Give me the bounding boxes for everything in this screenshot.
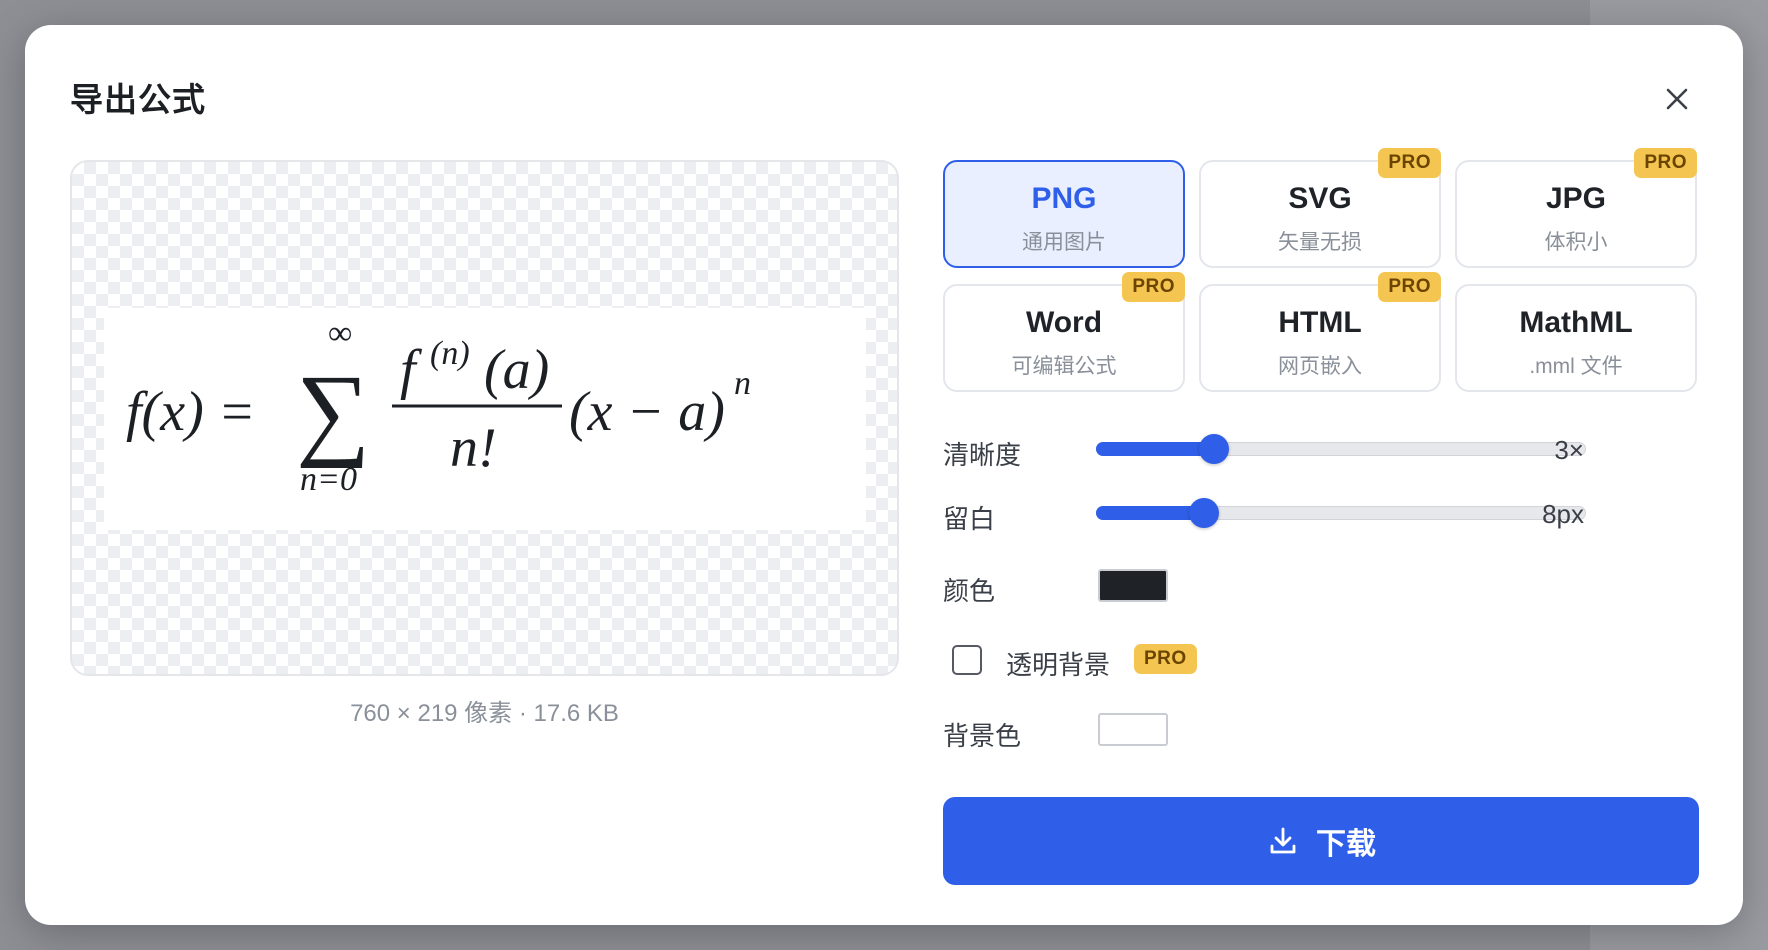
formula-factor-exp: n [734,365,751,402]
download-button[interactable]: 下载 [943,797,1699,885]
close-button[interactable] [1655,77,1699,121]
color-swatch[interactable] [1098,569,1168,602]
format-png[interactable]: PNG 通用图片 [943,160,1185,268]
transparent-checkbox[interactable] [952,645,982,675]
background-color-swatch[interactable] [1098,713,1168,746]
transparent-label: 透明背景 [1006,650,1111,680]
formula-numerator-sup: (n) [430,335,470,372]
format-desc: 可编辑公式 [1011,355,1117,378]
format-svg[interactable]: SVG 矢量无损 PRO [1199,148,1441,268]
format-desc: 通用图片 [1022,231,1106,254]
format-jpg[interactable]: JPG 体积小 PRO [1455,148,1697,268]
slider-fill [1096,506,1204,520]
format-name: JPG [1545,182,1607,215]
padding-slider[interactable] [1096,498,1586,528]
format-desc: 体积小 [1544,231,1608,254]
download-icon [1270,827,1296,854]
pro-badge: PRO [1134,644,1197,674]
format-name: MathML [1519,306,1633,339]
format-name: HTML [1278,306,1362,339]
resolution-label: 清晰度 [943,440,1022,470]
format-desc: 网页嵌入 [1278,355,1362,378]
color-label: 颜色 [943,576,996,606]
padding-value: 8px [1542,499,1584,529]
formula-preview: f(x) = ∞ ∑ n=0 f (n) (a) n! (x − a) n [70,160,899,676]
formula-denominator: n! [450,417,497,479]
formula-sum-lower: n=0 [300,461,357,498]
pro-badge: PRO [1634,148,1697,178]
download-label: 下载 [1316,828,1376,861]
format-desc: 矢量无损 [1278,231,1362,254]
pro-badge: PRO [1122,272,1185,302]
dialog-title: 导出公式 [70,81,206,118]
resolution-value: 3× [1554,435,1584,465]
pro-badge: PRO [1378,148,1441,178]
formula-sum-upper: ∞ [328,315,352,352]
format-html[interactable]: HTML 网页嵌入 PRO [1199,272,1441,392]
resolution-slider[interactable] [1096,434,1586,464]
pro-badge: PRO [1378,272,1441,302]
image-size-info: 760 × 219 像素 · 17.6 KB [350,700,619,727]
format-name: Word [1025,306,1103,339]
formula-factor: (x − a) [569,381,725,443]
background-color-label: 背景色 [943,721,1022,751]
formula-numerator-arg: (a) [484,339,549,401]
formula-image: f(x) = ∞ ∑ n=0 f (n) (a) n! (x − a) n [104,308,866,530]
close-icon [1666,88,1688,110]
format-name: SVG [1288,182,1352,215]
format-mathml[interactable]: MathML .mml 文件 [1455,284,1697,392]
format-word[interactable]: Word 可编辑公式 PRO [943,272,1185,392]
slider-thumb[interactable] [1188,498,1219,528]
slider-thumb[interactable] [1198,434,1229,464]
padding-label: 留白 [943,504,996,534]
formula-lhs: f(x) = [126,381,256,443]
slider-fill [1096,442,1214,456]
format-name: PNG [1031,182,1097,215]
formula-sum-symbol: ∑ [296,354,370,469]
format-desc: .mml 文件 [1529,355,1623,378]
formula-numerator-f: f [400,339,423,401]
